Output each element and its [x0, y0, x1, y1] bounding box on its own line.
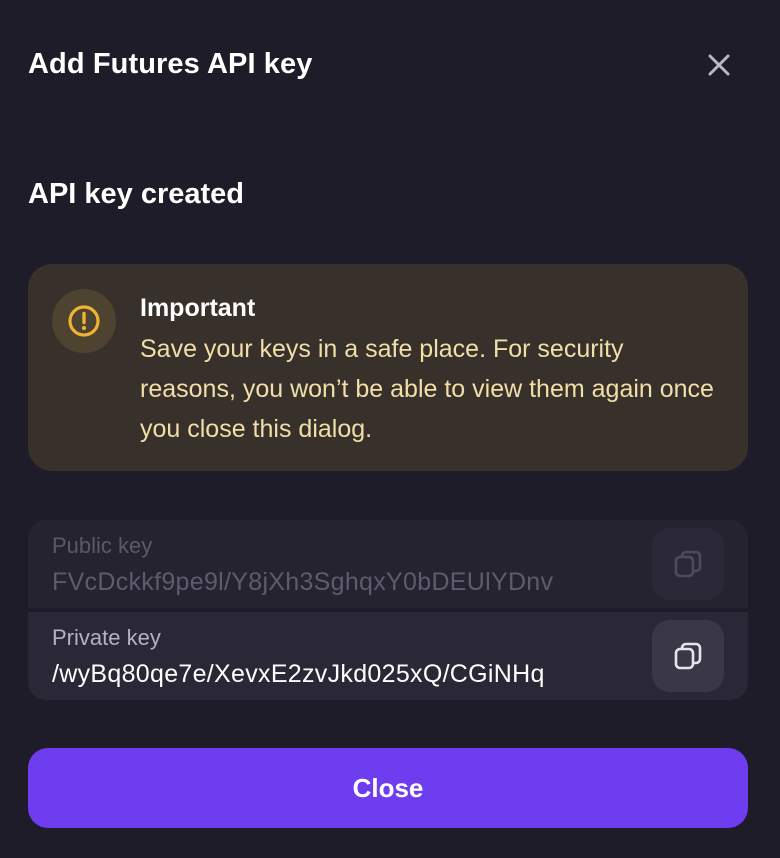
dialog-title: Add Futures API key — [28, 48, 313, 80]
public-key-value[interactable]: FVcDckkf9pe9l/Y8jXh3SghqxY0bDEUlYDnv — [52, 564, 628, 600]
warning-icon — [52, 289, 116, 353]
private-key-field: Private key /wyBq80qe7e/XevxE2zvJkd025xQ… — [28, 612, 748, 700]
copy-public-key-button[interactable] — [652, 528, 724, 600]
copy-private-key-button[interactable] — [652, 620, 724, 692]
private-key-value[interactable]: /wyBq80qe7e/XevxE2zvJkd025xQ/CGiNHq — [52, 656, 628, 692]
copy-icon — [674, 642, 702, 670]
status-heading: API key created — [28, 178, 245, 210]
notice-title: Important — [140, 294, 256, 322]
public-key-label: Public key — [52, 533, 153, 558]
close-icon[interactable] — [702, 48, 736, 82]
public-key-field: Public key FVcDckkf9pe9l/Y8jXh3SghqxY0bD… — [28, 520, 748, 608]
copy-icon — [674, 550, 702, 578]
api-key-dialog: Add Futures API key API key created Impo… — [0, 0, 780, 858]
notice-body: Save your keys in a safe place. For secu… — [140, 335, 714, 443]
private-key-label: Private key — [52, 625, 161, 650]
important-notice: Important Save your keys in a safe place… — [28, 264, 748, 471]
close-button[interactable]: Close — [28, 748, 748, 828]
